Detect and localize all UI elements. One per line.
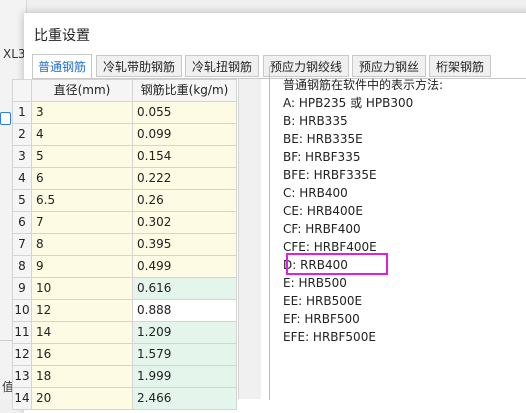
- row-number: 10: [12, 300, 32, 321]
- tab-ordinary-rebar[interactable]: 普通钢筋: [32, 54, 92, 79]
- row-number: 9: [12, 278, 32, 299]
- weight-cell[interactable]: 0.302: [133, 212, 237, 233]
- note-line: BE: HRB335E: [283, 132, 363, 146]
- diameter-cell[interactable]: 10: [32, 278, 133, 299]
- table-row[interactable]: 11 14 1.209: [12, 322, 237, 344]
- diameter-cell[interactable]: 4: [32, 124, 133, 145]
- note-line: CF: HRBF400: [283, 222, 361, 236]
- row-number: 4: [12, 168, 32, 189]
- table-row[interactable]: 6 7 0.302: [12, 212, 237, 234]
- weight-cell[interactable]: 0.616: [133, 278, 237, 299]
- tab-truss-rebar[interactable]: 桁架钢筋: [429, 55, 491, 77]
- tab-prestressed-wire[interactable]: 预应力钢丝: [352, 55, 426, 77]
- note-line: E: HRB500: [283, 276, 347, 290]
- weight-cell[interactable]: 0.222: [133, 168, 237, 189]
- note-line: EE: HRB500E: [283, 294, 363, 308]
- note-line: B: HRB335: [283, 114, 348, 128]
- rebar-table: 直径(mm) 钢筋比重(kg/m) 1 3 0.055 2 4 0.099 3 5 0.15…: [12, 79, 237, 410]
- diameter-cell[interactable]: 14: [32, 322, 133, 343]
- row-number: 12: [12, 344, 32, 365]
- checkbox-icon[interactable]: [0, 112, 11, 125]
- diameter-cell[interactable]: 5: [32, 146, 133, 167]
- weight-cell[interactable]: 0.099: [133, 124, 237, 145]
- tab-cold-rolled-ribbed[interactable]: 冷轧带肋钢筋: [96, 55, 182, 77]
- note-line: CE: HRB400E: [283, 204, 363, 218]
- note-line: C: HRB400: [283, 186, 348, 200]
- sheet-label: XL3: [3, 47, 26, 61]
- note-line: BFE: HRBF335E: [283, 168, 377, 182]
- weight-cell[interactable]: 1.579: [133, 344, 237, 365]
- table-row[interactable]: 7 8 0.395: [12, 234, 237, 256]
- dialog-title: 比重设置: [34, 28, 90, 44]
- row-number: 8: [12, 256, 32, 277]
- highlight-box: [286, 253, 388, 275]
- row-number-header: [12, 80, 32, 101]
- weight-cell[interactable]: 0.888: [133, 300, 237, 321]
- weight-cell[interactable]: 0.26: [133, 190, 237, 211]
- table-row[interactable]: 10 12 0.888: [12, 300, 237, 322]
- weight-cell[interactable]: 0.055: [133, 102, 237, 123]
- note-line: BF: HRBF335: [283, 150, 361, 164]
- diameter-cell[interactable]: 9: [32, 256, 133, 277]
- row-number: 13: [12, 366, 32, 387]
- note-line: EFE: HRBF500E: [283, 330, 376, 344]
- diameter-cell[interactable]: 8: [32, 234, 133, 255]
- diameter-cell[interactable]: 3: [32, 102, 133, 123]
- table-row[interactable]: 14 20 2.466: [12, 388, 237, 410]
- table-row[interactable]: 12 16 1.579: [12, 344, 237, 366]
- row-number: 11: [12, 322, 32, 343]
- row-number: 6: [12, 212, 32, 233]
- tab-cold-rolled-twisted[interactable]: 冷轧扭钢筋: [185, 55, 259, 77]
- row-number: 2: [12, 124, 32, 145]
- weight-cell[interactable]: 0.395: [133, 234, 237, 255]
- table-row[interactable]: 13 18 1.999: [12, 366, 237, 388]
- diameter-cell[interactable]: 7: [32, 212, 133, 233]
- table-header: 直径(mm) 钢筋比重(kg/m): [12, 80, 237, 102]
- row-number: 1: [12, 102, 32, 123]
- weight-cell[interactable]: 1.209: [133, 322, 237, 343]
- weight-header: 钢筋比重(kg/m): [133, 80, 237, 101]
- table-row[interactable]: 1 3 0.055: [12, 102, 237, 124]
- panel-divider: [269, 66, 270, 400]
- diameter-cell[interactable]: 18: [32, 366, 133, 387]
- diameter-cell[interactable]: 12: [32, 300, 133, 321]
- diameter-cell[interactable]: 6.5: [32, 190, 133, 211]
- note-heading: 普通钢筋在软件中的表示方法:: [283, 78, 444, 92]
- weight-cell[interactable]: 0.499: [133, 256, 237, 277]
- diameter-cell[interactable]: 6: [32, 168, 133, 189]
- note-line: EF: HRBF500: [283, 312, 360, 326]
- table-row[interactable]: 4 6 0.222: [12, 168, 237, 190]
- table-row[interactable]: 8 9 0.499: [12, 256, 237, 278]
- weight-cell[interactable]: 0.154: [133, 146, 237, 167]
- row-number: 5: [12, 190, 32, 211]
- table-row[interactable]: 3 5 0.154: [12, 146, 237, 168]
- diameter-header: 直径(mm): [32, 80, 133, 101]
- rebar-notation-note: 普通钢筋在软件中的表示方法: A: HPB235 或 HPB300 B: HRB…: [283, 76, 443, 346]
- diameter-cell[interactable]: 16: [32, 344, 133, 365]
- table-row[interactable]: 5 6.5 0.26: [12, 190, 237, 212]
- row-number: 7: [12, 234, 32, 255]
- note-line: A: HPB235 或 HPB300: [283, 96, 414, 110]
- row-number: 3: [12, 146, 32, 167]
- table-row[interactable]: 9 10 0.616: [12, 278, 237, 300]
- weight-cell[interactable]: 1.999: [133, 366, 237, 387]
- table-row[interactable]: 2 4 0.099: [12, 124, 237, 146]
- table-scrollbar[interactable]: [238, 79, 261, 399]
- tab-prestressed-strand[interactable]: 预应力钢绞线: [263, 55, 349, 77]
